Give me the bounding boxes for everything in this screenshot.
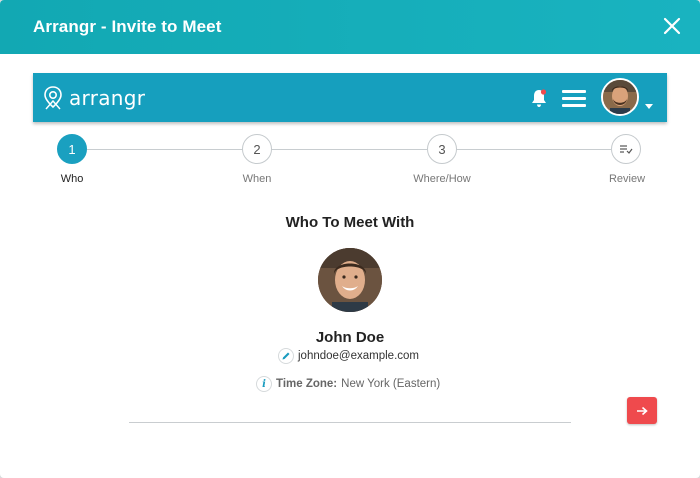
chevron-down-icon[interactable] [645,104,653,109]
step-2-circle[interactable]: 2 [242,134,272,164]
menu-bar [562,104,586,107]
step-connector [87,149,243,150]
step-connector [271,149,427,150]
timezone-row: i Time Zone: New York (Eastern) [256,375,440,393]
arrangr-logo[interactable]: arrangr [43,84,145,112]
step-3-circle[interactable]: 3 [427,134,457,164]
user-avatar[interactable] [601,78,639,116]
step-connector [455,149,611,150]
close-icon[interactable] [662,16,682,36]
arrow-right-icon [637,406,648,415]
step-2-label[interactable]: When [212,173,302,185]
contact-avatar [318,248,382,312]
timezone-label: Time Zone: [276,378,338,390]
menu-bar [562,97,586,100]
edit-pencil-icon[interactable] [278,348,294,364]
app-navbar: arrangr [33,73,667,122]
divider [129,422,571,423]
modal-title: Arrangr - Invite to Meet [33,17,222,36]
step-3-label[interactable]: Where/How [397,173,487,185]
contact-name: John Doe [315,329,385,346]
review-list-icon [620,145,633,154]
menu-icon[interactable] [562,90,586,107]
logo-text: arrangr [69,86,146,110]
modal-header: Arrangr - Invite to Meet [0,0,700,54]
email-row: johndoe@example.com [278,347,419,365]
next-button[interactable] [627,397,657,424]
bell-icon[interactable] [529,87,549,109]
timezone-value: New York (Eastern) [341,378,441,390]
invite-modal: Arrangr - Invite to Meet arrangr 1 2 3 W… [0,0,700,478]
step-review-circle[interactable] [611,134,641,164]
arrangr-logo-icon [44,86,62,110]
contact-email: johndoe@example.com [298,350,419,362]
section-title: Who To Meet With [285,214,415,231]
step-1-label[interactable]: Who [27,173,117,185]
progress-stepper: 1 2 3 Who When Where/How Review [0,130,700,190]
menu-bar [562,90,586,93]
step-1-circle[interactable]: 1 [57,134,87,164]
step-review-label[interactable]: Review [582,173,672,185]
info-icon[interactable]: i [256,376,272,392]
